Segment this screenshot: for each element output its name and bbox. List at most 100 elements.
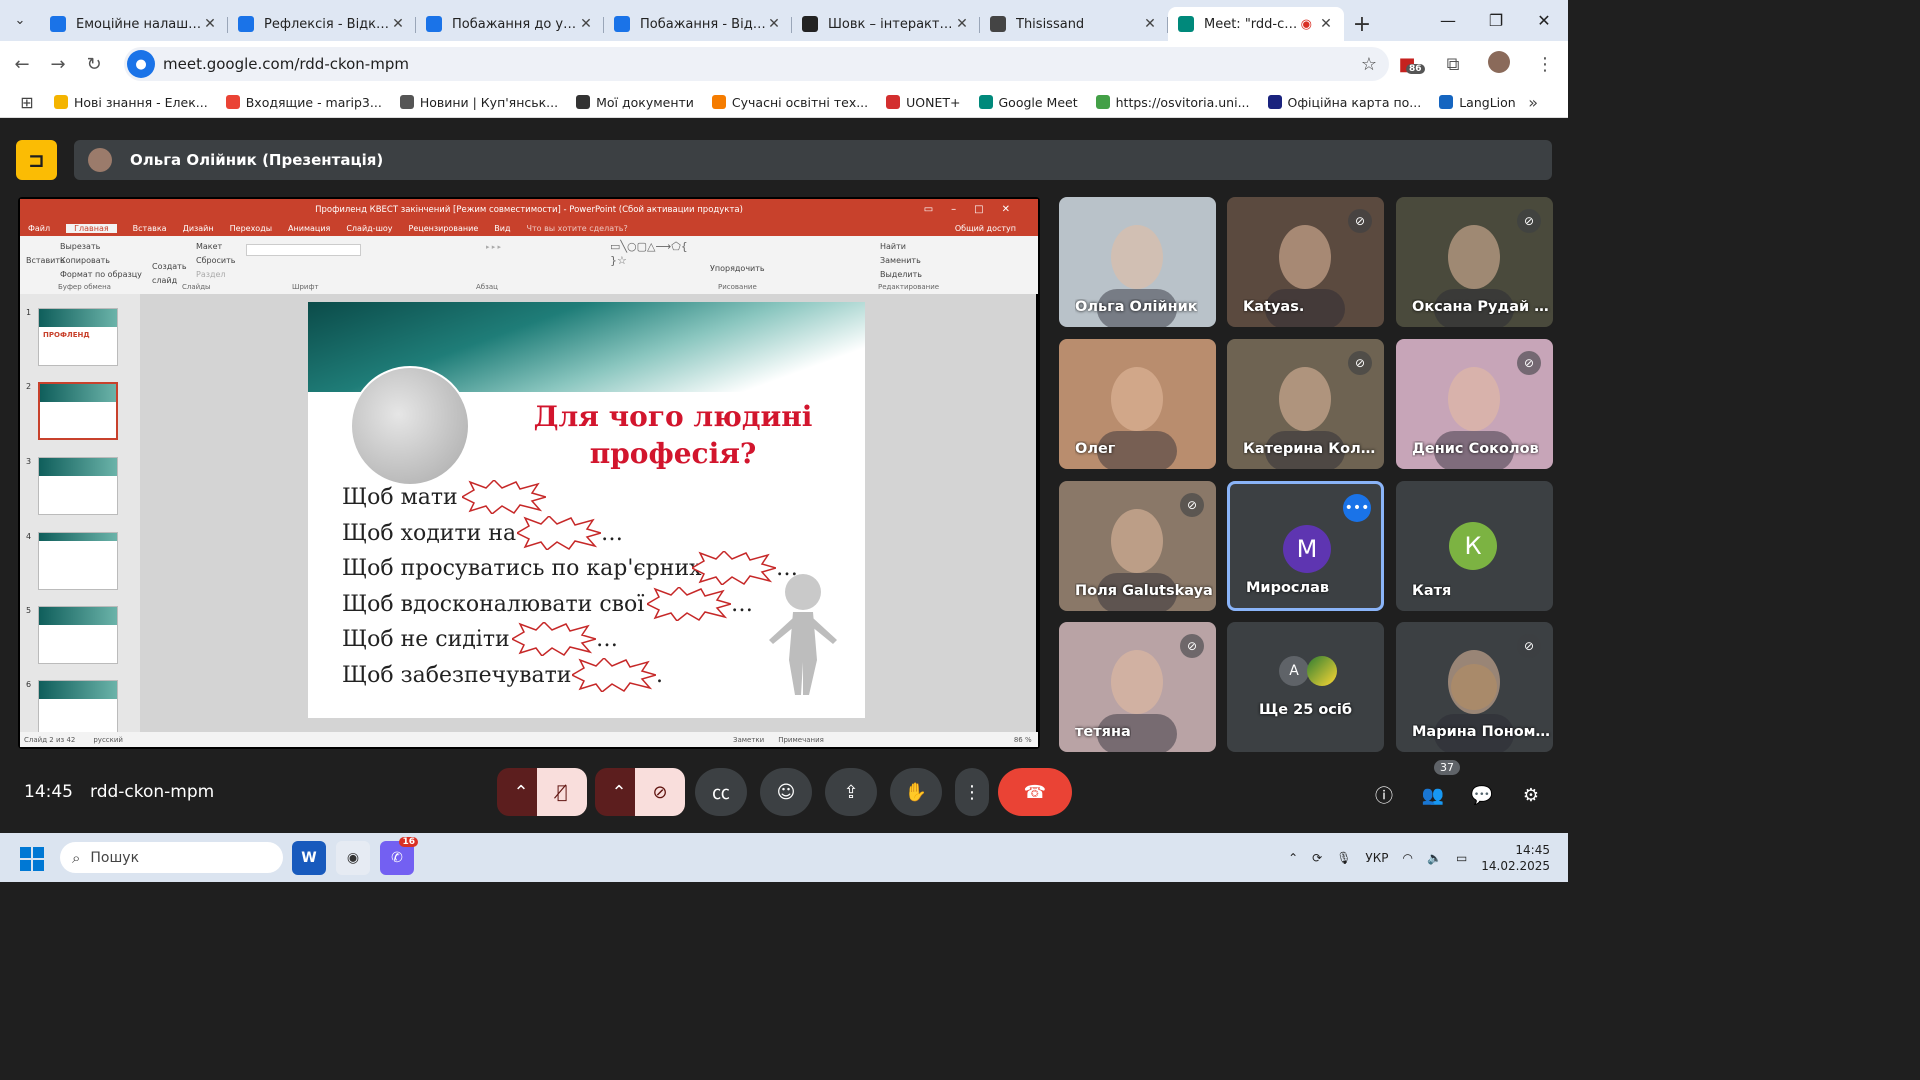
microphone-tray-icon[interactable]: 🎙 xyxy=(1336,851,1351,865)
present-screen-button[interactable]: ⇪ xyxy=(825,768,877,816)
participant-tile[interactable]: Олег xyxy=(1059,339,1216,469)
reload-icon[interactable]: ↻ xyxy=(76,54,112,75)
section-button: Раздел xyxy=(196,270,226,279)
arrange-button: Упорядочить xyxy=(710,264,765,273)
bookmark-item[interactable]: Офіційна карта по... xyxy=(1267,95,1421,110)
slide-thumbnails-pane: ПРОФЛЕНД 1 2 3 4 5 6 xyxy=(20,294,140,738)
bookmark-star-icon[interactable]: ☆ xyxy=(1361,54,1377,75)
extension-badge-icon[interactable]: ■ 86 xyxy=(1384,54,1430,75)
battery-icon[interactable]: ▭ xyxy=(1456,851,1467,865)
windows-start-icon[interactable] xyxy=(20,847,44,871)
tab-close-icon[interactable]: ✕ xyxy=(954,16,970,32)
more-options-button[interactable]: ⋮ xyxy=(955,768,989,816)
tab-close-icon[interactable]: ✕ xyxy=(766,16,782,32)
bookmark-item[interactable]: Входящие - marip3... xyxy=(225,95,382,110)
bookmark-item[interactable]: Сучасні освітні тех... xyxy=(711,95,868,110)
tab-close-icon[interactable]: ✕ xyxy=(578,16,594,32)
participant-tile[interactable]: К Катя xyxy=(1396,481,1553,611)
tab-close-icon[interactable]: ✕ xyxy=(1318,16,1334,32)
participant-avatar-image xyxy=(1307,656,1337,686)
sync-icon[interactable]: ⟳ xyxy=(1312,851,1322,865)
extensions-puzzle-icon[interactable]: ⧉ xyxy=(1430,54,1476,75)
participant-tile[interactable]: ⊘ Katyas. xyxy=(1227,197,1384,327)
address-bar[interactable]: ● meet.google.com/rdd-ckon-mpm ☆ xyxy=(124,47,1389,81)
bookmark-item[interactable]: LangLion xyxy=(1439,95,1516,110)
participant-tile[interactable]: Ольга Олійник xyxy=(1059,197,1216,327)
browser-tab[interactable]: Емоційне налаштува✕ xyxy=(40,7,228,41)
powerpoint-tab: Главная xyxy=(66,224,117,233)
zoom-level: 86 % xyxy=(1013,735,1032,744)
leave-call-button[interactable]: ☎ xyxy=(998,768,1072,816)
tab-close-icon[interactable]: ✕ xyxy=(202,16,218,32)
word-app-icon[interactable]: W xyxy=(292,841,326,875)
muted-microphone-icon: ⊘ xyxy=(1180,634,1204,658)
captions-button[interactable]: ㏄ xyxy=(695,768,747,816)
muted-microphone-icon: ⊘ xyxy=(1180,493,1204,517)
profile-avatar[interactable] xyxy=(1476,50,1522,78)
more-participants-avatars: A xyxy=(1279,656,1337,686)
maximize-button[interactable]: ❐ xyxy=(1472,0,1520,40)
people-icon[interactable]: 👥 xyxy=(1418,780,1448,810)
taskbar-search[interactable]: ⌕ Пошук xyxy=(60,842,283,873)
camera-off-button[interactable]: ⊘ xyxy=(635,768,685,816)
browser-tab[interactable]: Meet: "rdd-ckon ◉ ✕ xyxy=(1168,7,1344,41)
group-label-slides: Слайды xyxy=(182,283,211,291)
taskbar-clock[interactable]: 14:45 14.02.2025 xyxy=(1481,842,1550,874)
font-name-field xyxy=(246,244,361,256)
participant-tile[interactable]: ⊘ Марина Пономa... xyxy=(1396,622,1553,752)
meeting-info-icon[interactable]: ⓘ xyxy=(1369,780,1399,810)
participant-tile[interactable]: A Ще 25 осіб xyxy=(1227,622,1384,752)
participant-tile[interactable]: ⊘ Оксана Рудай Р... xyxy=(1396,197,1553,327)
bookmark-item[interactable]: Новини | Куп'янськ... xyxy=(399,94,559,110)
bookmark-item[interactable]: Google Meet xyxy=(978,95,1078,110)
layout-icon[interactable]: ⊐ xyxy=(16,140,57,180)
bookmark-label: https://osvitoria.uni... xyxy=(1115,94,1250,110)
browser-tab[interactable]: Побажання - Відкри ✕ xyxy=(604,7,792,41)
browser-tab[interactable]: Рефлексія - Відкрий ✕ xyxy=(228,7,416,41)
browser-tab[interactable]: Thisissand ✕ xyxy=(980,7,1168,41)
raise-hand-button[interactable]: ✋ xyxy=(890,768,942,816)
more-bookmarks-icon[interactable]: » xyxy=(1528,93,1538,112)
apps-grid-icon[interactable]: ⊞ xyxy=(0,93,54,112)
group-label-clipboard: Буфер обмена xyxy=(58,283,111,291)
url-text[interactable]: meet.google.com/rdd-ckon-mpm xyxy=(163,55,409,73)
tile-more-options-icon[interactable]: ••• xyxy=(1343,494,1371,522)
bookmark-item[interactable]: Мої документи xyxy=(576,95,694,110)
bookmark-item[interactable]: UONET+ xyxy=(886,95,961,110)
tab-title: Рефлексія - Відкрий xyxy=(264,16,390,32)
participant-name: Олег xyxy=(1075,441,1116,457)
tab-close-icon[interactable]: ✕ xyxy=(390,16,406,32)
chrome-app-icon[interactable]: ◉ xyxy=(336,841,370,875)
tab-close-icon[interactable]: ✕ xyxy=(1142,16,1158,32)
browser-tab[interactable]: Шовк – інтерактивн ✕ xyxy=(792,7,980,41)
microphone-off-button[interactable]: 🎙̸ xyxy=(537,768,587,816)
tray-chevron-icon[interactable]: ⌃ xyxy=(1288,851,1298,865)
activities-icon[interactable]: ⚙ xyxy=(1516,780,1546,810)
language-indicator[interactable]: УКР xyxy=(1365,851,1388,865)
bookmark-item[interactable]: https://osvitoria.uni... xyxy=(1095,94,1250,110)
slide-line-ellipsis: … xyxy=(596,627,618,652)
participant-tile[interactable]: ⊘ Поля Galutskaya xyxy=(1059,481,1216,611)
tab-search-icon[interactable]: ⌄ xyxy=(0,0,40,41)
browser-menu-icon[interactable]: ⋮ xyxy=(1522,54,1568,75)
close-window-button[interactable]: ✕ xyxy=(1520,0,1568,40)
participant-tile[interactable]: ⊘ тетяна xyxy=(1059,622,1216,752)
browser-tab[interactable]: Побажання до урок ✕ xyxy=(416,7,604,41)
back-icon[interactable]: ← xyxy=(4,54,40,75)
forward-icon[interactable]: → xyxy=(40,54,76,75)
new-tab-button[interactable]: + xyxy=(1344,7,1380,41)
slide-photo xyxy=(350,366,470,486)
volume-icon[interactable]: 🔈 xyxy=(1427,851,1442,865)
minimize-button[interactable]: — xyxy=(1424,0,1472,40)
bookmark-label: Новини | Куп'янськ... xyxy=(419,94,559,110)
extension-badge-count: 86 xyxy=(1406,63,1425,74)
wifi-icon[interactable]: ◠ xyxy=(1403,851,1413,865)
emoji-reactions-button[interactable]: ☺ xyxy=(760,768,812,816)
participant-tile[interactable]: М ••• Мирослав xyxy=(1227,481,1384,611)
participant-tile[interactable]: ⊘ Денис Соколов xyxy=(1396,339,1553,469)
viber-app-icon[interactable]: ✆ 16 xyxy=(380,837,418,875)
bookmark-item[interactable]: Нові знання - Елек... xyxy=(54,95,208,110)
participant-tile[interactable]: ⊘ Катерина Коло... xyxy=(1227,339,1384,469)
powerpoint-tab: Переходы xyxy=(229,224,273,233)
chat-icon[interactable]: 💬 xyxy=(1467,780,1497,810)
